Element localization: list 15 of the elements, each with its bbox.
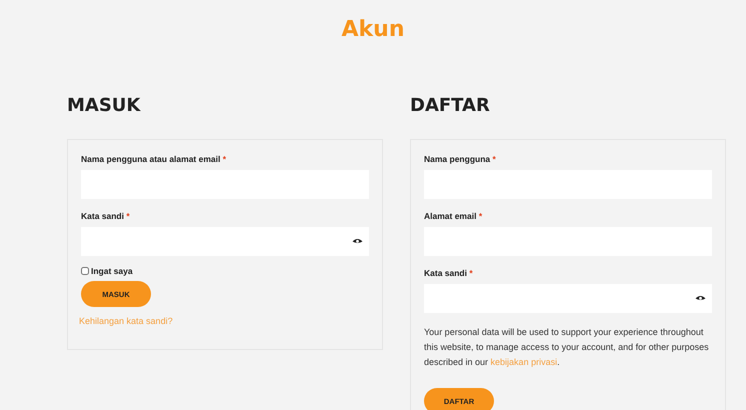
field-label: Kata sandi * [81,211,130,221]
eye-icon[interactable] [352,238,363,245]
checkbox[interactable] [81,267,89,275]
password-field[interactable] [81,227,369,256]
field-label: Alamat email * [424,211,482,221]
field-label: Kata sandi * [424,268,473,278]
section-heading: DAFTAR [410,95,491,118]
privacy-notice: Your personal data will be used to support your experience throughout this website, to manage access to your account, and for other purposes described in our kebijakan privasi. [424,326,710,369]
eye-icon[interactable] [695,295,706,302]
password-field[interactable] [424,284,712,313]
field-label: Nama pengguna atau alamat email * [81,154,226,164]
field-label: Nama pengguna * [424,154,496,164]
checkbox-label: Ingat saya [91,266,133,276]
section-heading: MASUK [67,95,142,118]
page-title: Akun [340,16,406,44]
